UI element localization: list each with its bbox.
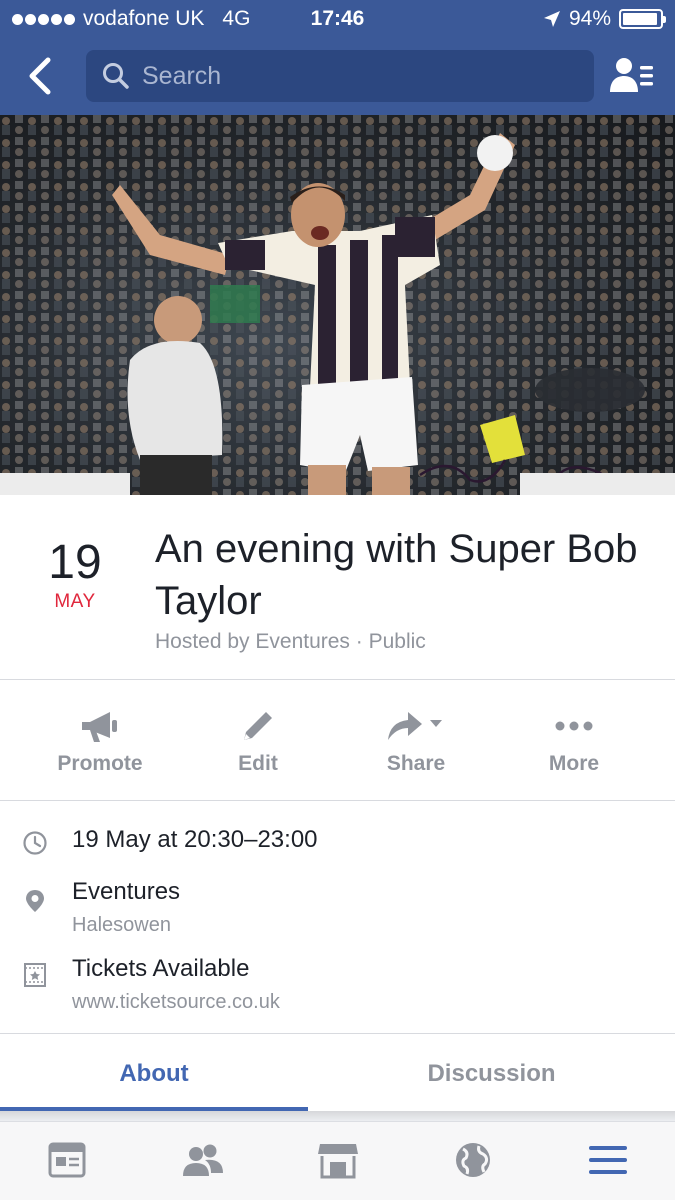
megaphone-icon bbox=[82, 712, 117, 742]
edit-button[interactable]: Edit bbox=[178, 680, 338, 801]
menu-icon[interactable] bbox=[586, 1140, 630, 1180]
cover-photo-illustration bbox=[0, 115, 675, 495]
event-date-day: 19 bbox=[48, 536, 102, 589]
notifications-globe-icon[interactable] bbox=[451, 1140, 495, 1180]
event-cover-photo[interactable] bbox=[0, 115, 675, 495]
friend-requests-icon[interactable] bbox=[609, 56, 655, 96]
event-actions-bar: Promote Edit Share More bbox=[0, 680, 675, 801]
search-bar[interactable] bbox=[86, 50, 594, 102]
battery-icon bbox=[619, 9, 666, 29]
bottom-tab-bar bbox=[0, 1121, 675, 1200]
status-right: 94% bbox=[543, 7, 666, 31]
top-bar: vodafone UK 4G 17:46 94% bbox=[0, 0, 675, 115]
ticket-icon bbox=[24, 963, 46, 987]
share-arrow-icon bbox=[388, 712, 442, 740]
search-icon bbox=[103, 63, 129, 89]
event-details: 19 May at 20:30–23:00 Eventures Halesowe… bbox=[0, 802, 675, 1034]
marketplace-icon[interactable] bbox=[316, 1140, 360, 1180]
tab-about[interactable]: About bbox=[0, 1035, 308, 1113]
location-arrow-icon bbox=[543, 11, 560, 27]
search-input[interactable] bbox=[142, 61, 562, 91]
promote-label: Promote bbox=[57, 752, 143, 775]
more-button[interactable]: More bbox=[494, 680, 654, 801]
friends-icon[interactable] bbox=[181, 1140, 225, 1180]
battery-fill bbox=[623, 13, 657, 25]
event-date-month: MAY bbox=[54, 591, 96, 612]
pencil-icon bbox=[244, 712, 272, 740]
news-feed-icon[interactable] bbox=[46, 1140, 90, 1180]
tickets-url[interactable]: www.ticketsource.co.uk bbox=[72, 991, 280, 1014]
event-title: An evening with Super Bob Taylor bbox=[155, 527, 638, 623]
event-header: 19 MAY An evening with Super Bob Taylor … bbox=[0, 495, 675, 680]
clock-icon bbox=[23, 831, 47, 855]
share-button[interactable]: Share bbox=[336, 680, 496, 801]
event-venue: Eventures bbox=[72, 878, 181, 905]
location-pin-icon bbox=[26, 890, 44, 912]
more-dots-icon bbox=[555, 721, 593, 731]
tab-discussion[interactable]: Discussion bbox=[308, 1035, 675, 1113]
section-divider bbox=[0, 1111, 675, 1121]
back-chevron-icon[interactable] bbox=[22, 56, 58, 96]
event-tabs: About Discussion bbox=[0, 1035, 675, 1113]
tickets-available: Tickets Available bbox=[72, 955, 250, 982]
status-bar: vodafone UK 4G 17:46 94% bbox=[0, 0, 675, 38]
promote-button[interactable]: Promote bbox=[20, 680, 180, 801]
edit-label: Edit bbox=[238, 752, 278, 775]
event-venue-location: Halesowen bbox=[72, 914, 171, 936]
battery-percent: 94% bbox=[568, 7, 611, 30]
more-label: More bbox=[548, 752, 600, 775]
share-label: Share bbox=[386, 752, 446, 775]
event-time: 19 May at 20:30–23:00 bbox=[72, 826, 318, 853]
event-host-line[interactable]: Hosted by Eventures · Public bbox=[155, 630, 426, 654]
